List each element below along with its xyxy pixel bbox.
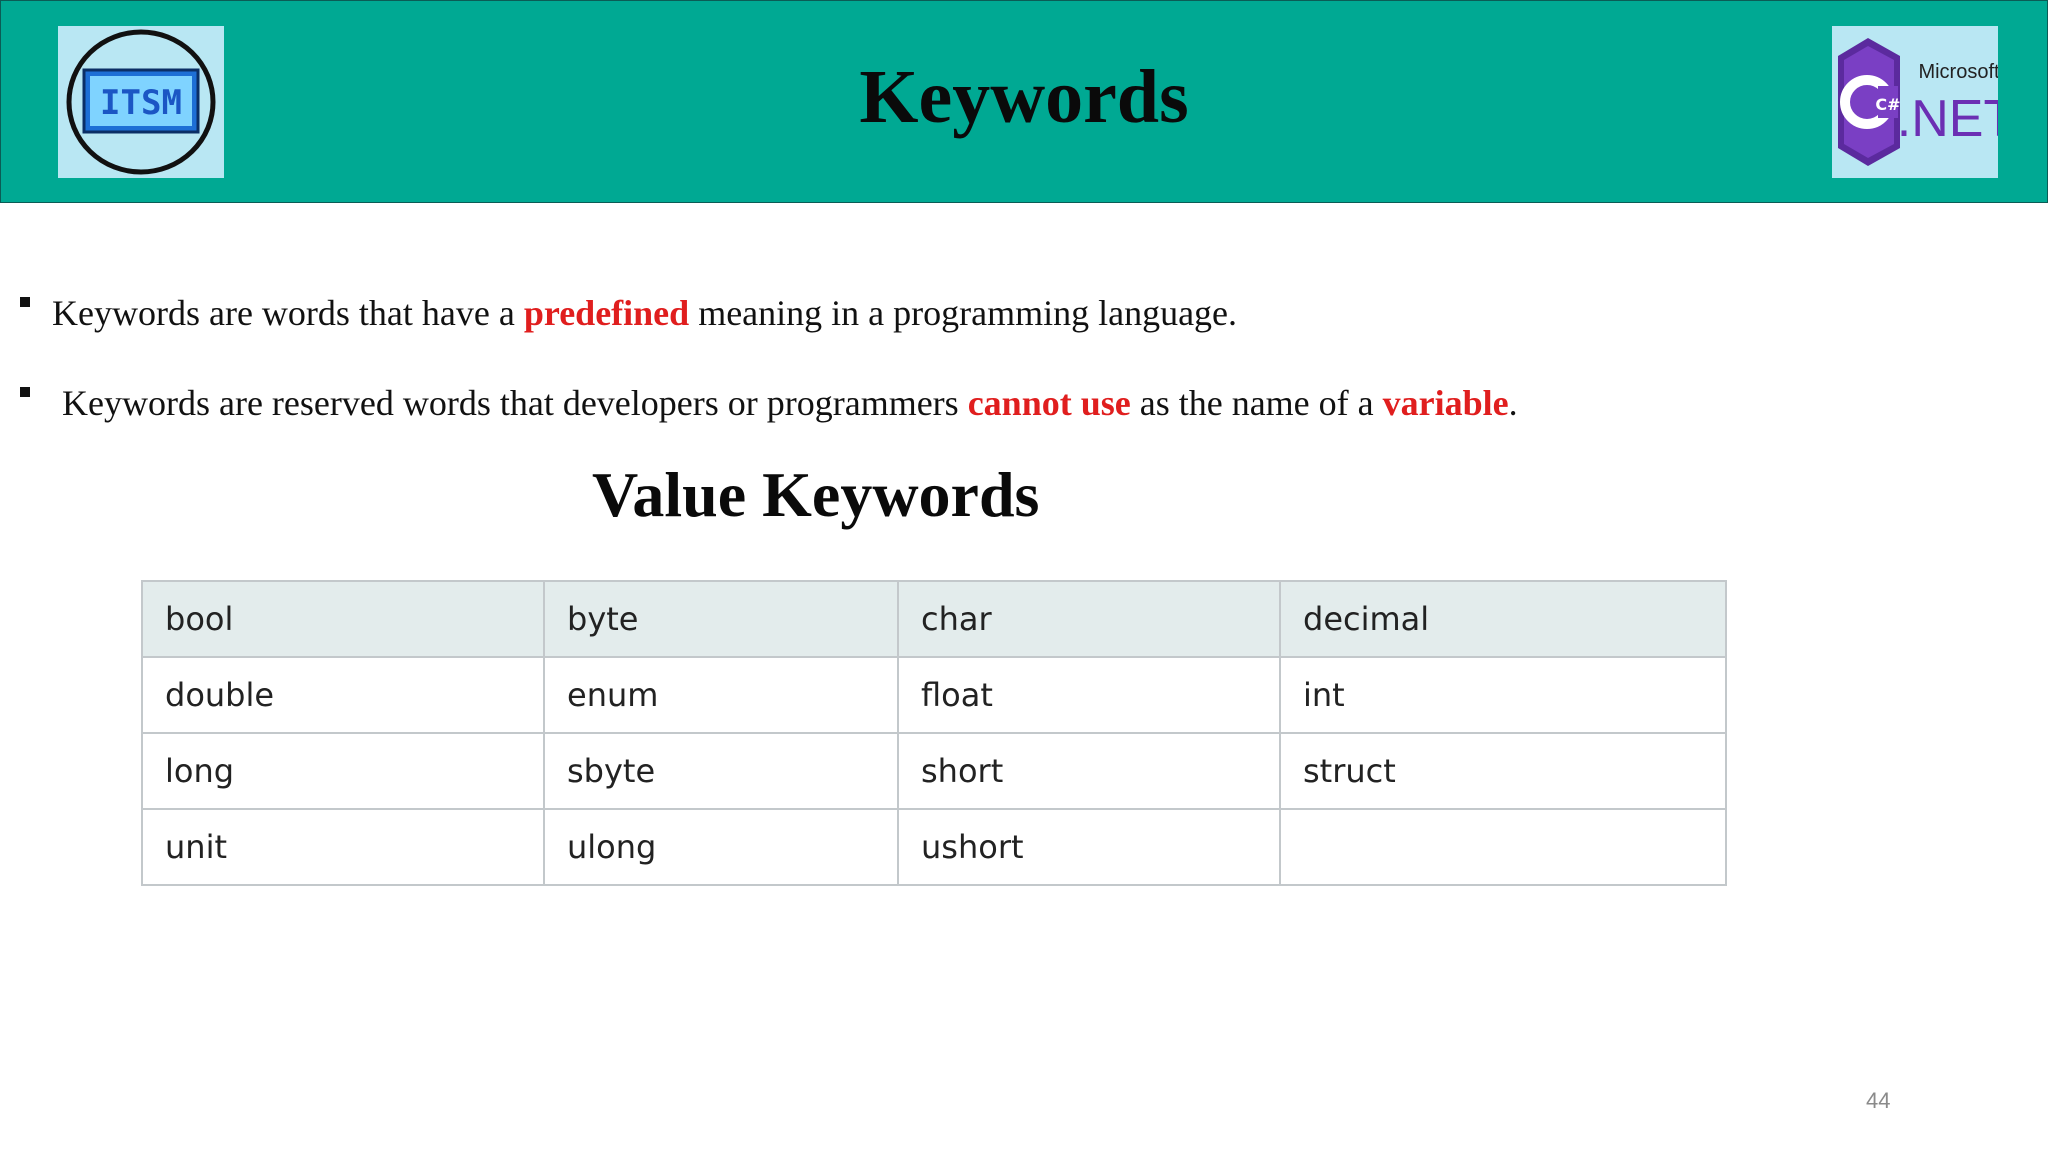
section-title: Value Keywords — [592, 459, 1040, 530]
table-cell: char — [897, 580, 1281, 658]
table-row: double enum float int — [141, 656, 1727, 734]
bullet-square-icon — [20, 387, 30, 397]
slide-header: ITSM Keywords C# Microsoft .NET — [0, 0, 2048, 203]
table-cell: ushort — [897, 808, 1281, 886]
value-keywords-table: bool byte char decimal double enum float… — [141, 580, 1727, 886]
table-cell: double — [141, 656, 545, 734]
csharp-dotnet-logo: C# Microsoft .NET — [1832, 26, 2015, 178]
bullet-item-1: Keywords are words that have a predefine… — [20, 292, 1237, 334]
table-cell: sbyte — [543, 732, 899, 810]
page-number: 44 — [1866, 1088, 1891, 1113]
table-cell: enum — [543, 656, 899, 734]
page-title: Keywords — [859, 55, 1189, 139]
table-cell: bool — [141, 580, 545, 658]
table-cell — [1279, 808, 1727, 886]
table-cell: unit — [141, 808, 545, 886]
highlight-predefined: predefined — [523, 293, 690, 333]
dotnet-text: .NET — [1897, 90, 1998, 148]
table-row: long sbyte short struct — [141, 732, 1727, 810]
table-cell: long — [141, 732, 545, 810]
table-row: unit ulong ushort — [141, 808, 1727, 886]
table-cell: ulong — [543, 808, 899, 886]
highlight-variable: variable — [1382, 383, 1509, 423]
table-cell: decimal — [1279, 580, 1727, 658]
bullet-square-icon — [20, 297, 30, 307]
table-cell: int — [1279, 656, 1727, 734]
table-row: bool byte char decimal — [141, 580, 1727, 658]
bullet-item-2: Keywords are reserved words that develop… — [20, 382, 1518, 424]
table-cell: short — [897, 732, 1281, 810]
table-cell: float — [897, 656, 1281, 734]
microsoft-text: Microsoft — [1918, 61, 1998, 83]
table-cell: byte — [543, 580, 899, 658]
table-cell: struct — [1279, 732, 1727, 810]
highlight-cannot-use: cannot use — [967, 383, 1131, 423]
